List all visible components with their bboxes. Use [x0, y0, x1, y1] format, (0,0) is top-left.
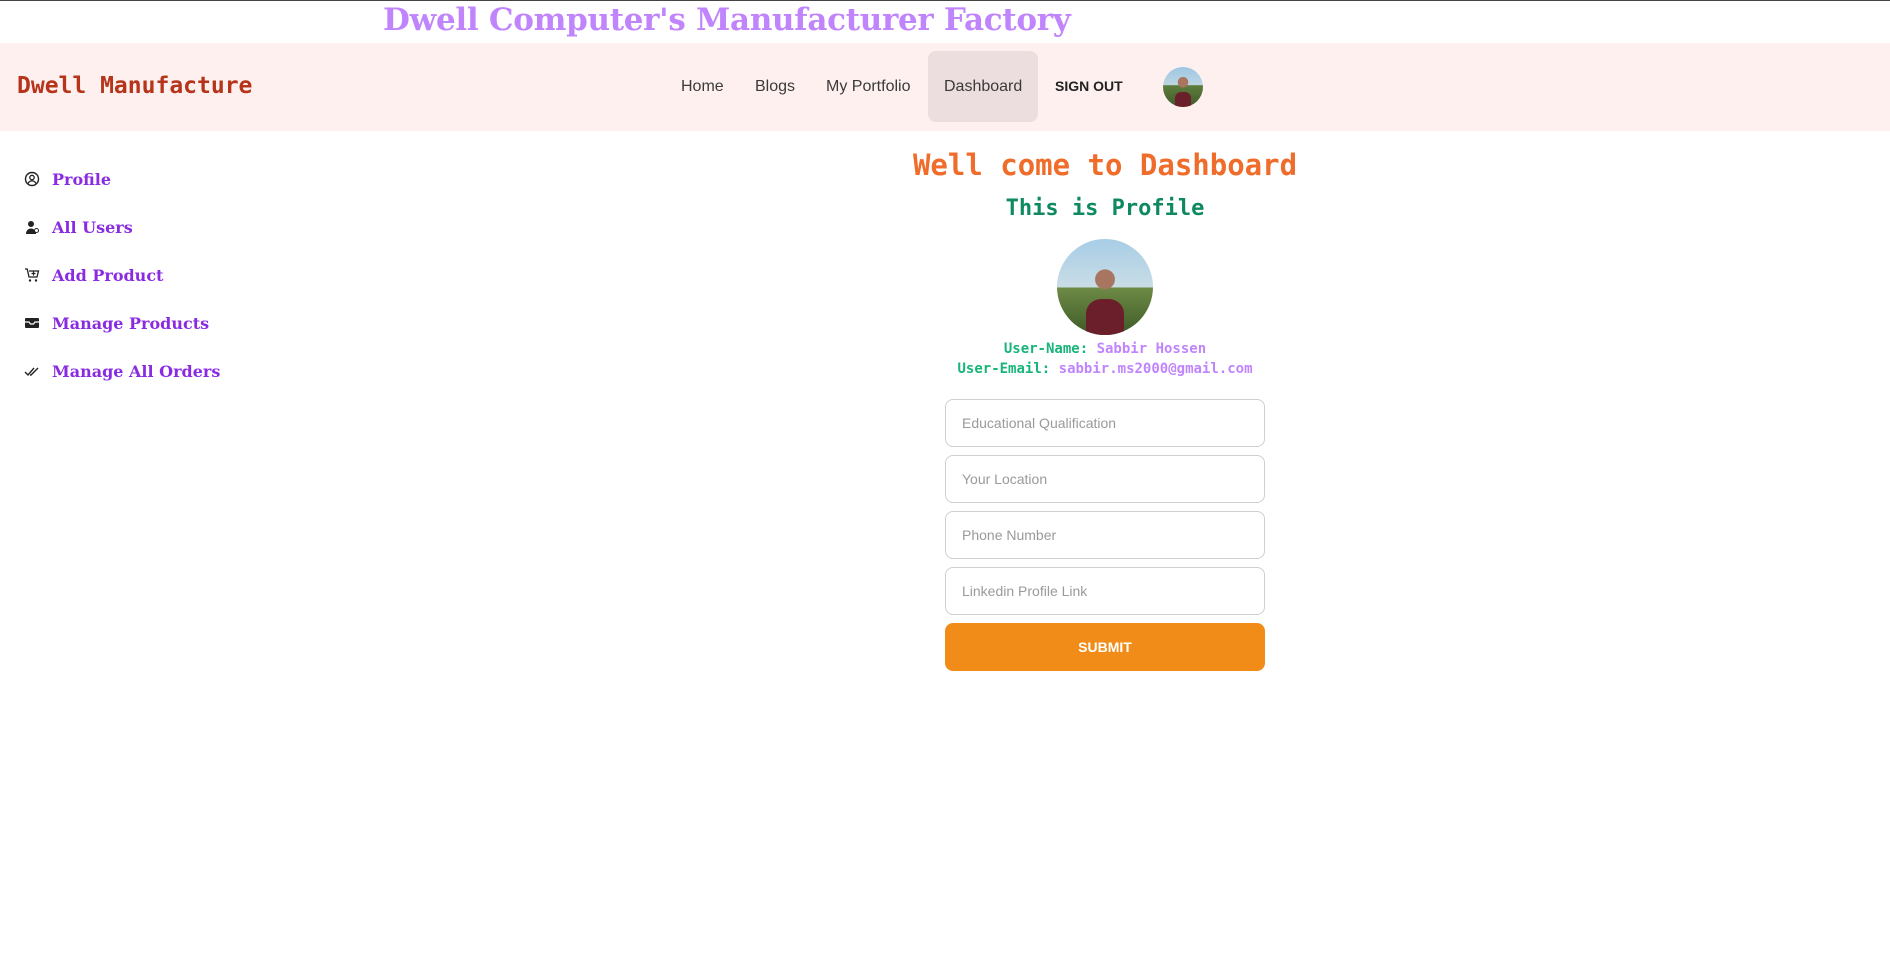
sidebar-item-profile[interactable]: Profile: [24, 155, 284, 203]
profile-form: SUBMIT: [945, 399, 1265, 671]
brand-logo[interactable]: Dwell Manufacture: [17, 73, 252, 99]
user-name-line: User-Name: Sabbir Hossen: [900, 341, 1310, 357]
user-circle-icon: [24, 171, 40, 187]
site-title: Dwell Computer's Manufacturer Factory: [383, 2, 1071, 38]
location-input[interactable]: [945, 455, 1265, 503]
sidebar-item-manage-products[interactable]: Manage Products: [24, 299, 284, 347]
nav-home[interactable]: Home: [665, 51, 740, 122]
user-name-key: User-Name:: [1003, 341, 1089, 357]
sidebar-item-manage-orders[interactable]: Manage All Orders: [24, 347, 284, 395]
education-input[interactable]: [945, 399, 1265, 447]
sidebar-item-label: Manage All Orders: [52, 361, 221, 381]
linkedin-input[interactable]: [945, 567, 1265, 615]
sidebar-item-label: Manage Products: [52, 313, 210, 333]
user-email-key: User-Email:: [957, 361, 1051, 377]
sidebar-item-label: All Users: [52, 217, 133, 237]
welcome-heading: Well come to Dashboard: [912, 148, 1298, 182]
nav-dashboard[interactable]: Dashboard: [928, 51, 1039, 122]
sidebar-item-add-product[interactable]: Add Product: [24, 251, 284, 299]
sidebar-item-label: Profile: [52, 169, 112, 189]
sidebar: Profile All Users Add Product Manage Pro…: [24, 155, 284, 395]
profile-avatar: [1057, 239, 1153, 335]
profile-heading: This is Profile: [1005, 196, 1205, 221]
sidebar-item-all-users[interactable]: All Users: [24, 203, 284, 251]
user-icon: [24, 219, 40, 235]
user-email-line: User-Email: sabbir.ms2000@gmail.com: [900, 361, 1310, 377]
top-border: [0, 0, 1890, 1]
user-avatar[interactable]: [1163, 67, 1203, 107]
nav-blogs[interactable]: Blogs: [739, 51, 811, 122]
user-email-value: sabbir.ms2000@gmail.com: [1058, 361, 1253, 377]
navbar: Dwell Manufacture Home Blogs My Portfoli…: [0, 43, 1890, 131]
dashboard-main: Well come to Dashboard This is Profile U…: [900, 140, 1310, 671]
user-name-value: Sabbir Hossen: [1096, 341, 1207, 357]
sidebar-item-label: Add Product: [52, 265, 164, 285]
submit-button[interactable]: SUBMIT: [945, 623, 1265, 671]
double-check-icon: [24, 363, 40, 379]
cart-plus-icon: [24, 267, 40, 283]
nav-portfolio[interactable]: My Portfolio: [810, 51, 926, 122]
phone-input[interactable]: [945, 511, 1265, 559]
sign-out-button[interactable]: SIGN OUT: [1039, 51, 1139, 122]
tray-icon: [24, 315, 40, 331]
